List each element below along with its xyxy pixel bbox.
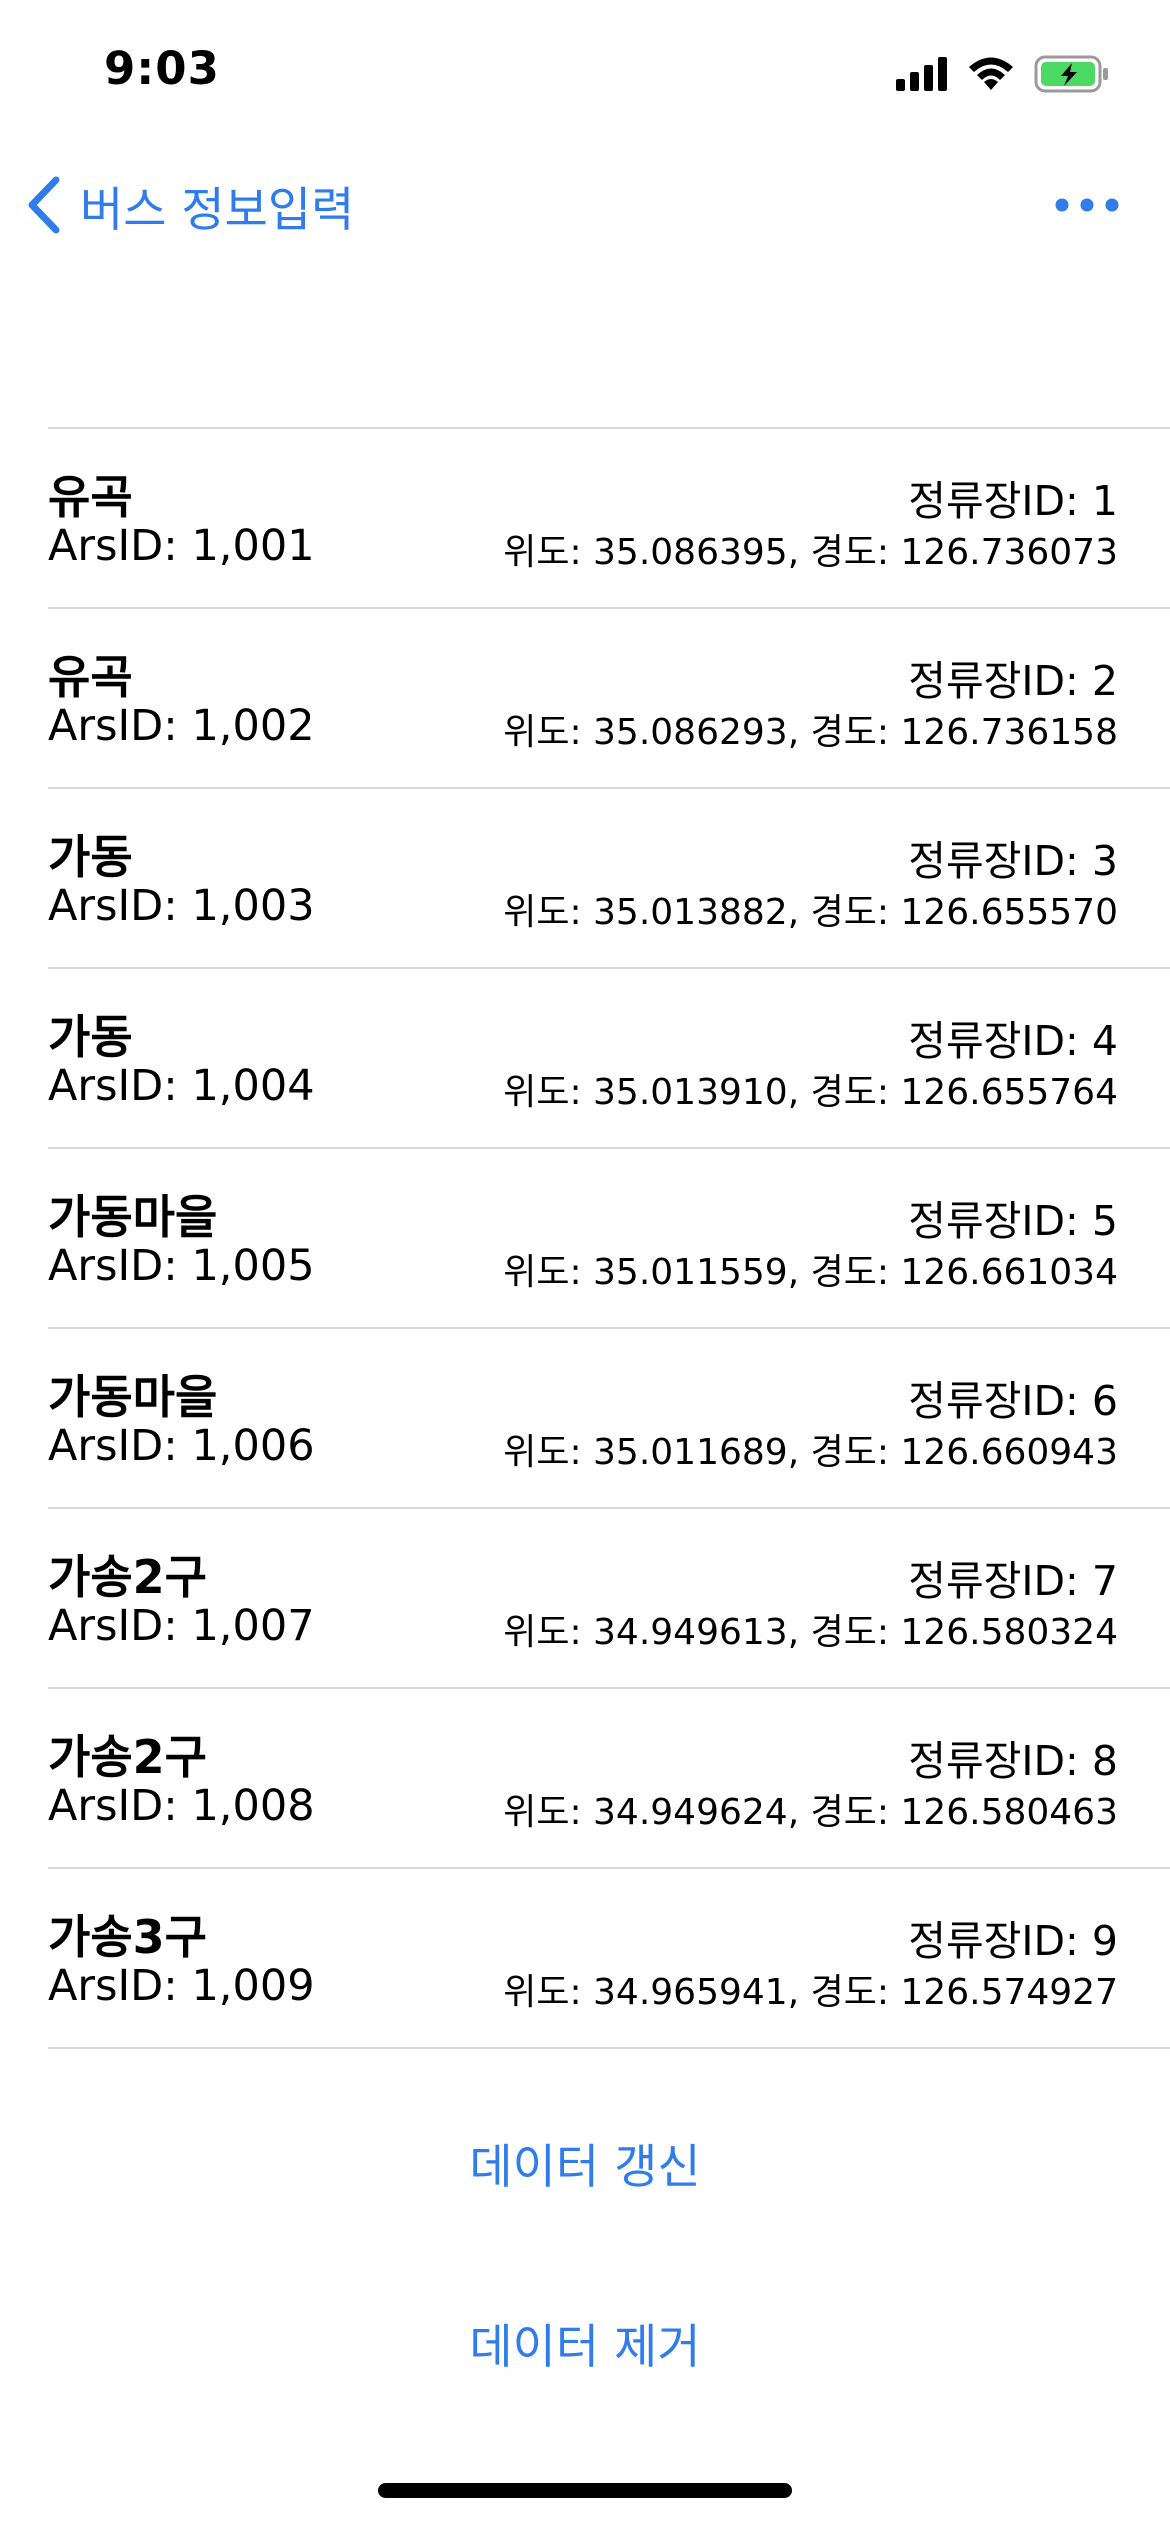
remove-data-button[interactable]: 데이터 제거 [0,2308,1170,2377]
list-item[interactable]: 유곡 ArsID: 1,002 정류장ID: 2 위도: 35.086293, … [48,609,1170,789]
list-item[interactable]: 가송3구 ArsID: 1,009 정류장ID: 9 위도: 34.965941… [48,1869,1170,2049]
stop-name: 유곡 [48,470,133,524]
status-bar: 9:03 [0,0,1170,140]
ars-id: ArsID: 1,006 [48,1421,315,1471]
stop-name: 가동마을 [48,1190,218,1244]
stop-id: 정류장ID: 6 [908,1377,1118,1425]
status-time: 9:03 [104,42,220,95]
list-item[interactable]: 가동 ArsID: 1,003 정류장ID: 3 위도: 35.013882, … [48,789,1170,969]
stop-name: 가동 [48,1010,133,1064]
stop-id: 정류장ID: 4 [908,1017,1118,1065]
ars-id: ArsID: 1,001 [48,521,315,571]
back-button-label: 버스 정보입력 [80,182,355,238]
coordinates: 위도: 35.011559, 경도: 126.661034 [503,1252,1118,1293]
ars-id: ArsID: 1,008 [48,1781,315,1831]
home-indicator[interactable] [378,2483,792,2498]
stop-name: 유곡 [48,650,133,704]
chevron-left-icon [28,176,60,234]
stop-id: 정류장ID: 3 [908,837,1118,885]
cellular-signal-icon [896,57,947,91]
stop-id: 정류장ID: 9 [908,1917,1118,1965]
coordinates: 위도: 34.965941, 경도: 126.574927 [503,1972,1118,2013]
coordinates: 위도: 35.086293, 경도: 126.736158 [503,712,1118,753]
list-item[interactable]: 가송2구 ArsID: 1,008 정류장ID: 8 위도: 34.949624… [48,1689,1170,1869]
stop-name: 가송2구 [48,1550,207,1604]
stop-id: 정류장ID: 8 [908,1737,1118,1785]
coordinates: 위도: 35.011689, 경도: 126.660943 [503,1432,1118,1473]
refresh-data-button[interactable]: 데이터 갱신 [0,2128,1170,2197]
coordinates: 위도: 34.949624, 경도: 126.580463 [503,1792,1118,1833]
coordinates: 위도: 34.949613, 경도: 126.580324 [503,1612,1118,1653]
list-item[interactable]: 가동마을 ArsID: 1,005 정류장ID: 5 위도: 35.011559… [48,1149,1170,1329]
navigation-bar: 버스 정보입력 [0,150,1170,260]
status-icons [896,52,1110,96]
ars-id: ArsID: 1,004 [48,1061,315,1111]
coordinates: 위도: 35.086395, 경도: 126.736073 [503,532,1118,573]
stop-id: 정류장ID: 7 [908,1557,1118,1605]
ellipsis-icon [1055,198,1119,212]
stop-name: 가송3구 [48,1910,207,1964]
list-item[interactable]: 가동마을 ArsID: 1,006 정류장ID: 6 위도: 35.011689… [48,1329,1170,1509]
bus-stop-list: 유곡 ArsID: 1,001 정류장ID: 1 위도: 35.086395, … [48,427,1170,2049]
list-item[interactable]: 유곡 ArsID: 1,001 정류장ID: 1 위도: 35.086395, … [48,429,1170,609]
list-item[interactable]: 가송2구 ArsID: 1,007 정류장ID: 7 위도: 34.949613… [48,1509,1170,1689]
ars-id: ArsID: 1,009 [48,1961,315,2011]
battery-charging-icon [1034,55,1108,93]
stop-id: 정류장ID: 5 [908,1197,1118,1245]
stop-id: 정류장ID: 2 [908,657,1118,705]
stop-name: 가송2구 [48,1730,207,1784]
stop-id: 정류장ID: 1 [908,477,1118,525]
ars-id: ArsID: 1,002 [48,701,315,751]
wifi-icon [969,57,1013,90]
stop-name: 가동 [48,830,133,884]
more-options-button[interactable] [1052,185,1122,225]
coordinates: 위도: 35.013882, 경도: 126.655570 [503,892,1118,933]
ars-id: ArsID: 1,007 [48,1601,315,1651]
back-button[interactable]: 버스 정보입력 [24,170,354,240]
stop-name: 가동마을 [48,1370,218,1424]
ars-id: ArsID: 1,005 [48,1241,315,1291]
ars-id: ArsID: 1,003 [48,881,315,931]
list-item[interactable]: 가동 ArsID: 1,004 정류장ID: 4 위도: 35.013910, … [48,969,1170,1149]
coordinates: 위도: 35.013910, 경도: 126.655764 [503,1072,1118,1113]
